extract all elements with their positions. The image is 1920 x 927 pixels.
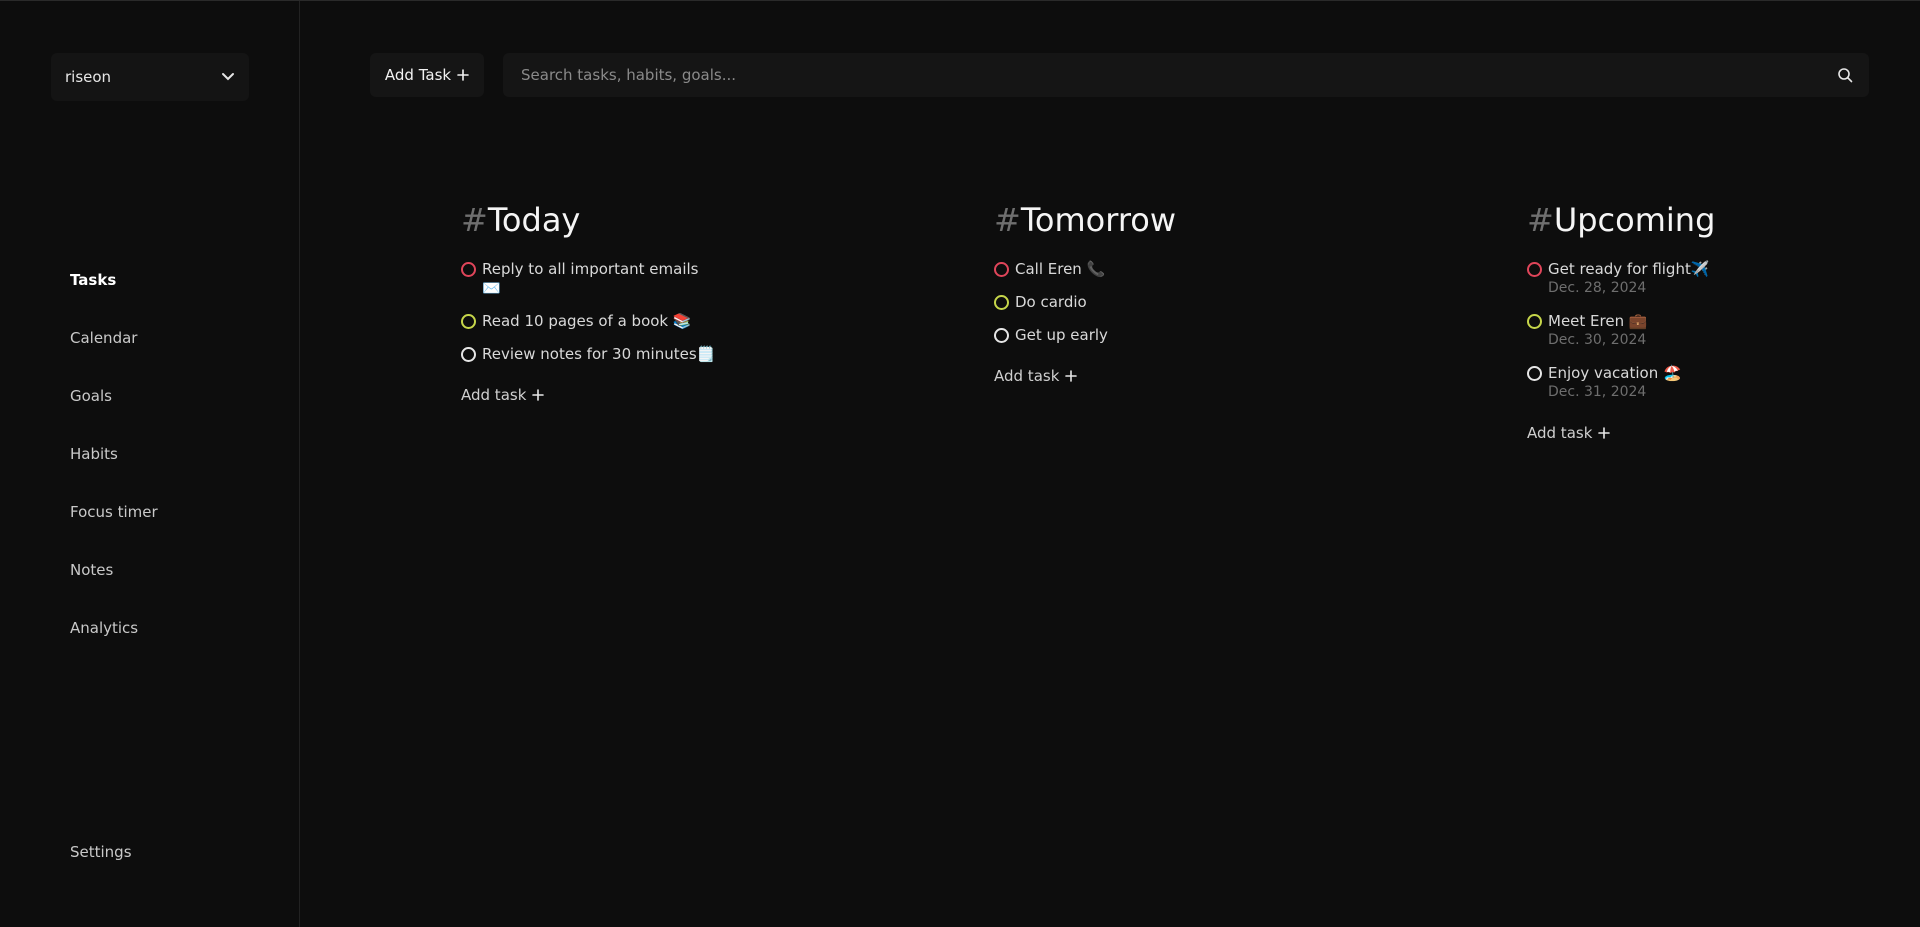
task-title: Get ready for flight✈️ — [1548, 260, 1710, 278]
sidebar: riseon Tasks Calendar Goals Habits Focus… — [0, 1, 300, 927]
task-due-date: Dec. 28, 2024 — [1548, 280, 1647, 296]
circle-icon[interactable] — [994, 262, 1009, 277]
task-due-date: Dec. 30, 2024 — [1548, 332, 1647, 348]
column-today: #Today Reply to all important emails ✉️ … — [461, 200, 861, 404]
task-title: Call Eren 📞 — [1015, 260, 1106, 278]
sidebar-item-tasks[interactable]: Tasks — [70, 271, 158, 329]
add-task-link-label: Add task — [461, 386, 527, 404]
circle-icon[interactable] — [1527, 314, 1542, 329]
column-title-tomorrow: #Tomorrow — [994, 200, 1394, 240]
column-title-text: Today — [487, 201, 581, 239]
add-task-link-upcoming[interactable]: Add task — [1527, 424, 1920, 442]
add-task-link-today[interactable]: Add task — [461, 386, 861, 404]
column-title-text: Upcoming — [1553, 201, 1716, 239]
task-title: Review notes for 30 minutes🗒️ — [482, 345, 716, 363]
sidebar-item-calendar[interactable]: Calendar — [70, 329, 158, 387]
plus-icon — [1598, 427, 1611, 439]
column-tomorrow: #Tomorrow Call Eren 📞 Do cardio Get up e… — [994, 200, 1394, 385]
chevron-down-icon — [221, 72, 235, 82]
plus-icon — [457, 69, 469, 81]
hash-prefix: # — [1527, 201, 1554, 239]
search-icon[interactable] — [1837, 67, 1853, 83]
circle-icon[interactable] — [994, 328, 1009, 343]
circle-icon[interactable] — [461, 347, 476, 362]
circle-icon[interactable] — [461, 314, 476, 329]
workspace-switcher[interactable]: riseon — [51, 53, 249, 101]
task-title: Do cardio — [1015, 293, 1087, 311]
search-bar — [503, 53, 1869, 97]
plus-icon — [1065, 370, 1078, 382]
circle-icon[interactable] — [1527, 366, 1542, 381]
task-item[interactable]: Get ready for flight✈️ Dec. 28, 2024 — [1527, 260, 1920, 298]
add-task-link-label: Add task — [1527, 424, 1593, 442]
task-title: Meet Eren 💼 — [1548, 312, 1648, 330]
workspace-name: riseon — [65, 68, 112, 86]
sidebar-item-focus-timer[interactable]: Focus timer — [70, 503, 158, 561]
sidebar-item-settings[interactable]: Settings — [70, 843, 132, 861]
task-title: Enjoy vacation 🏖️ — [1548, 364, 1682, 382]
hash-prefix: # — [461, 201, 488, 239]
task-title-continued: ✉️ — [482, 279, 501, 297]
circle-icon[interactable] — [461, 262, 476, 277]
sidebar-item-habits[interactable]: Habits — [70, 445, 158, 503]
task-title: Get up early — [1015, 326, 1108, 344]
task-item[interactable]: Do cardio — [994, 293, 1394, 312]
task-item[interactable]: Read 10 pages of a book 📚 — [461, 312, 861, 331]
task-item[interactable]: Call Eren 📞 — [994, 260, 1394, 279]
column-upcoming: #Upcoming Get ready for flight✈️ Dec. 28… — [1527, 200, 1920, 442]
task-title: Reply to all important emails — [482, 260, 699, 278]
task-item[interactable]: Get up early — [994, 326, 1394, 345]
hash-prefix: # — [994, 201, 1021, 239]
column-title-upcoming: #Upcoming — [1527, 200, 1920, 240]
circle-icon[interactable] — [1527, 262, 1542, 277]
add-task-link-tomorrow[interactable]: Add task — [994, 367, 1394, 385]
column-title-today: #Today — [461, 200, 861, 240]
task-item[interactable]: Reply to all important emails ✉️ — [461, 260, 861, 298]
add-task-button[interactable]: Add Task — [370, 53, 484, 97]
column-title-text: Tomorrow — [1020, 201, 1177, 239]
add-task-button-label: Add Task — [384, 66, 452, 84]
sidebar-item-goals[interactable]: Goals — [70, 387, 158, 445]
sidebar-item-analytics[interactable]: Analytics — [70, 619, 158, 677]
circle-icon[interactable] — [994, 295, 1009, 310]
task-item[interactable]: Meet Eren 💼 Dec. 30, 2024 — [1527, 312, 1920, 350]
plus-icon — [532, 389, 545, 401]
sidebar-nav: Tasks Calendar Goals Habits Focus timer … — [70, 271, 158, 677]
task-item[interactable]: Enjoy vacation 🏖️ Dec. 31, 2024 — [1527, 364, 1920, 402]
task-due-date: Dec. 31, 2024 — [1548, 384, 1647, 400]
sidebar-item-notes[interactable]: Notes — [70, 561, 158, 619]
task-item[interactable]: Review notes for 30 minutes🗒️ — [461, 345, 861, 364]
task-title: Read 10 pages of a book 📚 — [482, 312, 692, 330]
add-task-link-label: Add task — [994, 367, 1060, 385]
search-input[interactable] — [519, 65, 1837, 85]
